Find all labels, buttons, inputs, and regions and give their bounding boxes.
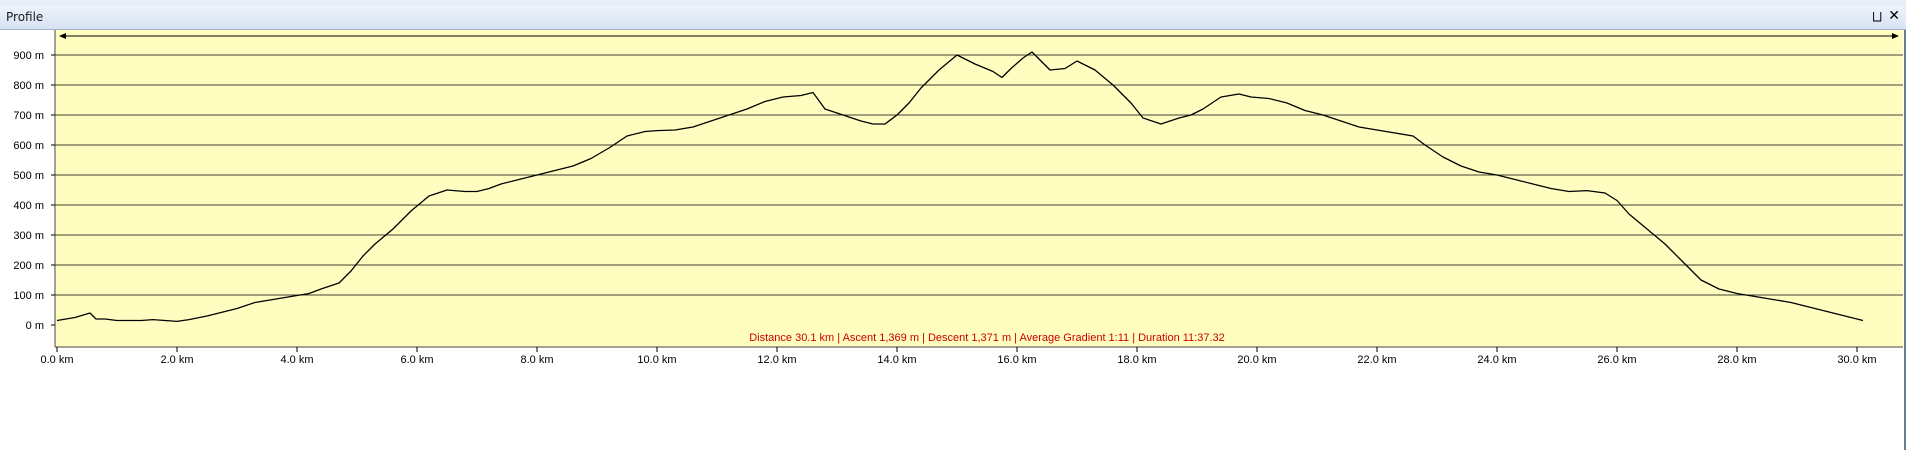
y-tick-label: 400 m: [13, 200, 44, 212]
y-tick-label: 900 m: [13, 50, 44, 62]
x-tick-label: 2.0 km: [160, 354, 193, 366]
elevation-profile-chart[interactable]: 0 m 100 m 200 m 300 m 400 m 500 m 600 m 700 m 80…: [0, 30, 1904, 450]
y-tick-label: 600 m: [13, 140, 44, 152]
y-tick-label: 300 m: [13, 230, 44, 242]
x-tick-label: 16.0 km: [997, 354, 1036, 366]
y-tick-label: 100 m: [13, 290, 44, 302]
x-tick-label: 20.0 km: [1237, 354, 1276, 366]
x-tick-label: 4.0 km: [280, 354, 313, 366]
x-tick-label: 8.0 km: [520, 354, 553, 366]
pin-icon[interactable]: ⨆: [1872, 9, 1882, 24]
x-tick-label: 26.0 km: [1597, 354, 1636, 366]
y-tick-label: 0 m: [26, 320, 44, 332]
panel-title-bar: Profile ⨆ ✕: [0, 6, 1906, 30]
x-tick-label: 30.0 km: [1837, 354, 1876, 366]
x-tick-label: 24.0 km: [1477, 354, 1516, 366]
x-tick-label: 22.0 km: [1357, 354, 1396, 366]
y-tick-label: 700 m: [13, 110, 44, 122]
x-tick-label: 14.0 km: [877, 354, 916, 366]
route-summary: Distance 30.1 km | Ascent 1,369 m | Desc…: [749, 332, 1225, 344]
y-tick-label: 200 m: [13, 260, 44, 272]
x-tick-label: 18.0 km: [1117, 354, 1156, 366]
y-tick-label: 500 m: [13, 170, 44, 182]
x-tick-label: 6.0 km: [400, 354, 433, 366]
x-tick-label: 28.0 km: [1717, 354, 1756, 366]
panel-title: Profile: [6, 10, 44, 24]
plot-background: [55, 30, 1903, 347]
y-tick-label: 800 m: [13, 80, 44, 92]
x-tick-label: 10.0 km: [637, 354, 676, 366]
x-tick-label: 12.0 km: [757, 354, 796, 366]
close-icon[interactable]: ✕: [1888, 8, 1900, 24]
x-tick-label: 0.0 km: [40, 354, 73, 366]
